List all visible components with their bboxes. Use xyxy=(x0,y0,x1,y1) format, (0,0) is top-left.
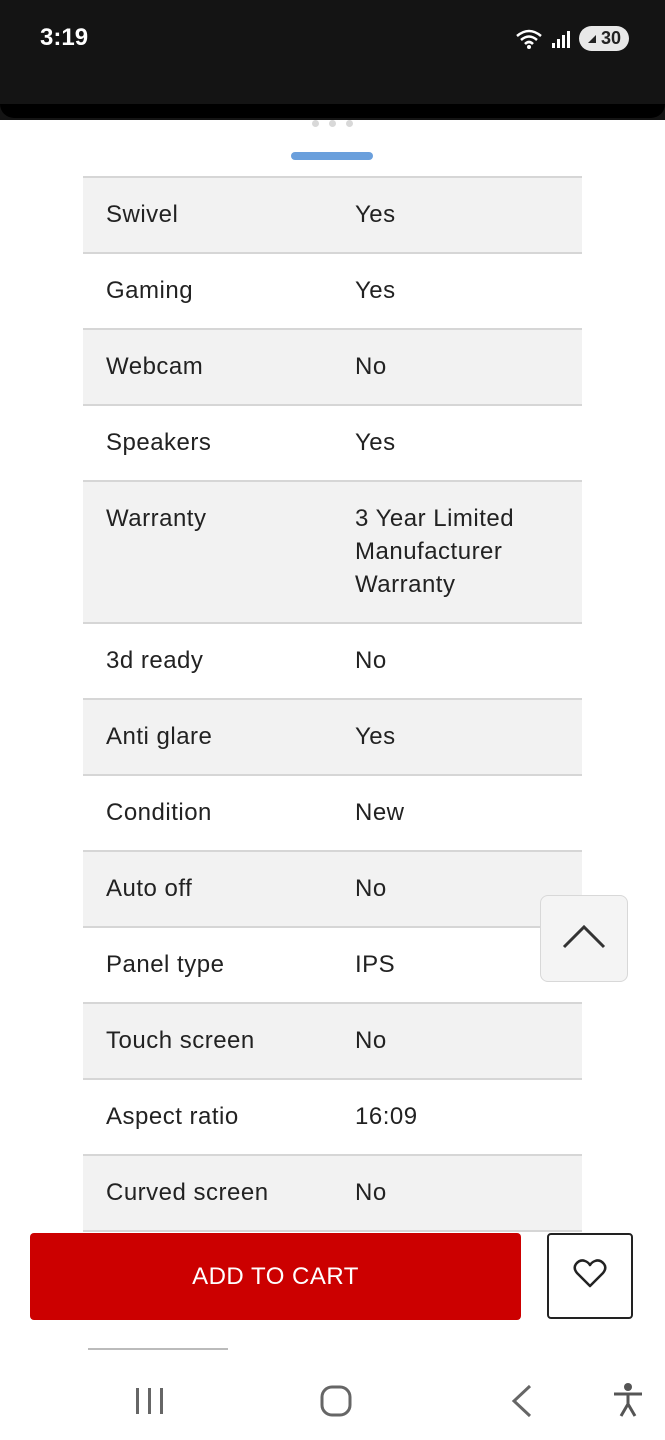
spec-row: Panel type IPS xyxy=(83,928,582,1004)
spec-label: Speakers xyxy=(106,429,212,456)
status-icons: 30 xyxy=(515,26,629,51)
spec-row: Gaming Yes xyxy=(83,254,582,330)
spec-label: Gaming xyxy=(106,277,194,304)
clipped-content xyxy=(88,1348,228,1354)
dot xyxy=(312,120,319,127)
specifications-table: Swivel Yes Gaming Yes Webcam No Speakers Yes War… xyxy=(83,176,582,1232)
battery-level: 30 xyxy=(600,28,621,48)
more-options-dots[interactable] xyxy=(0,120,665,127)
spec-label: Touch screen xyxy=(106,1027,255,1054)
background-app-edge xyxy=(0,104,665,118)
spec-value: Yes xyxy=(355,429,396,456)
recent-apps-icon[interactable] xyxy=(130,1374,170,1418)
spec-row: Webcam No xyxy=(83,330,582,406)
heart-icon xyxy=(573,1258,607,1294)
sheet-drag-handle[interactable] xyxy=(291,152,373,160)
battery-saver-icon xyxy=(585,32,599,46)
chevron-up-icon xyxy=(562,923,606,954)
spec-value: New xyxy=(355,799,405,826)
battery-indicator: 30 xyxy=(578,26,629,51)
spec-row: Touch screen No xyxy=(83,1004,582,1080)
dot xyxy=(346,120,353,127)
home-icon[interactable] xyxy=(314,1374,358,1418)
spec-label: Condition xyxy=(106,799,212,826)
spec-value: No xyxy=(355,1179,387,1206)
spec-value: Yes xyxy=(355,723,396,750)
add-to-cart-button[interactable]: ADD TO CART xyxy=(30,1233,521,1320)
spec-value: 16:09 xyxy=(355,1103,418,1130)
spec-label: Aspect ratio xyxy=(106,1103,239,1130)
status-bar: 3:19 30 xyxy=(0,0,665,120)
spec-row: Auto off No xyxy=(83,852,582,928)
status-time: 3:19 xyxy=(40,24,89,51)
spec-label: Webcam xyxy=(106,353,204,380)
spec-label: Curved screen xyxy=(106,1179,269,1206)
dot xyxy=(329,120,336,127)
spec-row: Swivel Yes xyxy=(83,178,582,254)
spec-value: Yes xyxy=(355,277,396,304)
spec-label: Auto off xyxy=(106,875,193,902)
spec-value: 3 Year Limited Manufacturer Warranty xyxy=(355,505,515,598)
spec-row: Condition New xyxy=(83,776,582,852)
spec-value: No xyxy=(355,1027,387,1054)
spec-row: Speakers Yes xyxy=(83,406,582,482)
wishlist-button[interactable] xyxy=(547,1233,633,1319)
spec-value: Yes xyxy=(355,201,396,228)
spec-row: Warranty 3 Year Limited Manufacturer Warr… xyxy=(83,482,582,624)
spec-row: Aspect ratio 16:09 xyxy=(83,1080,582,1156)
back-icon[interactable] xyxy=(500,1374,544,1418)
spec-label: Panel type xyxy=(106,951,225,978)
spec-row: Curved screen No xyxy=(83,1156,582,1232)
spec-value: No xyxy=(355,647,387,674)
system-nav-bar xyxy=(0,1356,665,1440)
scroll-to-top-button[interactable] xyxy=(540,895,628,982)
spec-row: 3d ready No xyxy=(83,624,582,700)
spec-label: 3d ready xyxy=(106,647,204,674)
spec-label: Swivel xyxy=(106,201,179,228)
spec-value: No xyxy=(355,353,387,380)
spec-row: Anti glare Yes xyxy=(83,700,582,776)
signal-icon xyxy=(551,29,571,49)
spec-label: Warranty xyxy=(106,505,207,532)
spec-label: Anti glare xyxy=(106,723,213,750)
wifi-icon xyxy=(515,28,543,50)
accessibility-icon[interactable] xyxy=(606,1374,650,1418)
